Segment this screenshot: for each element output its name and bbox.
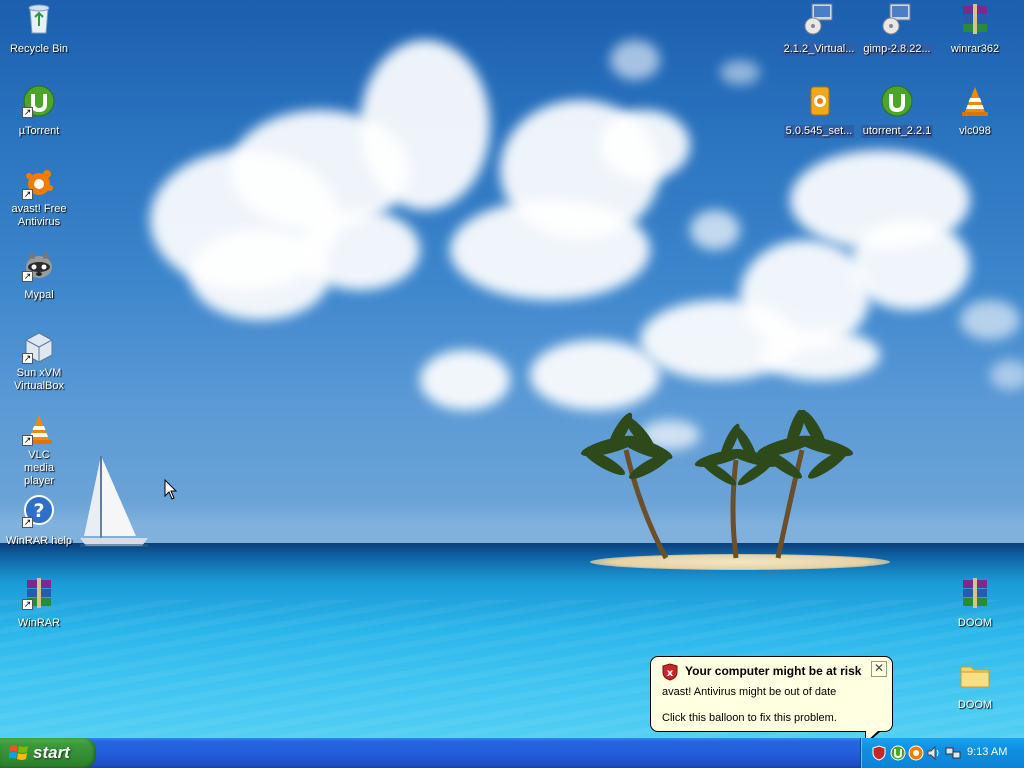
desktop-icon-label: utorrent_2.2.1 [860,125,934,138]
desktop-icon-utorrent-installer[interactable]: utorrent_2.2.1 [858,84,936,139]
winrar-books-icon [958,2,992,36]
svg-text:x: x [667,668,674,679]
desktop-icon-label: VLC media player [24,449,54,487]
desktop-icon-vlc098[interactable]: vlc098 [936,84,1014,139]
desktop-icon-label: µTorrent [18,125,60,137]
vlc-cone-icon [958,84,992,118]
desktop-icon-winrar[interactable]: ↗ WinRAR [0,576,78,631]
desktop-icon-label: DOOM [957,699,993,711]
desktop-icon-doom-folder[interactable]: DOOM [936,658,1014,713]
desktop-icon-vlc[interactable]: ↗ VLC media player [0,412,78,489]
sailboat-image [80,456,148,547]
start-button[interactable]: start [0,738,96,768]
winrar-books-icon: ↗ [22,576,56,610]
recycle-bin-icon [22,2,56,36]
desktop-icon-virtualbox-installer[interactable]: 2.1.2_Virtual... [780,2,858,57]
desktop-icon-mypal[interactable]: ↗ Mypal [0,248,78,303]
balloon-title: Your computer might be at risk [685,664,862,678]
desktop-icon-recycle-bin[interactable]: Recycle Bin [0,2,78,57]
palm-trees-image [580,410,854,560]
avast-setup-icon [802,84,836,118]
desktop-icon-utorrent[interactable]: ↗ µTorrent [0,84,78,139]
desktop-icon-label: WinRAR help [5,535,73,547]
volume-icon[interactable] [926,745,942,761]
utorrent-icon [880,84,914,118]
balloon-action-hint: Click this balloon to fix this problem. [662,712,837,724]
installer-icon [802,2,836,36]
winrar-books-icon [958,576,992,610]
mouse-cursor-icon [164,479,178,500]
desktop-icon-avast-setup[interactable]: 5.0.545_set... [780,84,858,139]
desktop-icon-virtualbox[interactable]: ↗ Sun xVM VirtualBox [0,330,78,394]
mypal-raccoon-icon: ↗ [22,248,56,282]
security-shield-icon[interactable] [871,745,887,761]
network-icon[interactable] [945,745,961,761]
desktop-icon-winrar362[interactable]: winrar362 [936,2,1014,57]
desktop-icon-label: 2.1.2_Virtual... [781,43,857,56]
avast-icon: ↗ [22,166,56,200]
desktop-icon-winrar-help[interactable]: ? ↗ WinRAR help [0,494,78,549]
system-tray: 9:13 AM [860,738,1024,768]
desktop-icon-label: 5.0.545_set... [783,125,855,138]
clock[interactable]: 9:13 AM [967,746,1007,758]
desktop-icon-avast[interactable]: ↗ avast! Free Antivirus [0,166,78,230]
desktop-icon-gimp-installer[interactable]: gimp-2.8.22... [858,2,936,57]
notification-balloon[interactable]: x Your computer might be at risk ✕ avast… [650,656,893,745]
desktop-icon-label: WinRAR [17,617,61,629]
desktop-icon-doom-archive[interactable]: DOOM [936,576,1014,631]
balloon-close-button[interactable]: ✕ [871,661,887,677]
balloon-message: avast! Antivirus might be out of date [662,686,837,698]
start-label: start [33,743,70,762]
svg-text:?: ? [33,500,44,522]
desktop-icon-label: DOOM [957,617,993,629]
desktop-icon-label: vlc098 [959,125,991,137]
utorrent-icon: ↗ [22,84,56,118]
vlc-cone-icon: ↗ [22,412,56,446]
folder-icon [958,658,992,692]
utorrent-icon[interactable] [890,745,906,761]
avast-icon[interactable] [908,745,924,761]
help-question-icon: ? ↗ [22,494,56,528]
virtualbox-icon: ↗ [22,330,56,364]
desktop-wallpaper: Recycle Bin ↗ µTorrent ↗ avast! Free Ant… [0,0,1024,738]
installer-icon [880,2,914,36]
desktop-icon-label: winrar362 [950,43,1000,55]
desktop-icon-label: avast! Free Antivirus [11,203,67,228]
desktop-icon-label: Recycle Bin [9,43,69,55]
warning-shield-icon: x [662,663,678,684]
desktop-icon-label: Mypal [24,289,54,301]
desktop-icon-label: Sun xVM VirtualBox [14,367,64,392]
windows-flag-icon [8,744,29,767]
desktop-icon-label: gimp-2.8.22... [861,43,933,56]
taskbar: start 9:13 AM [0,738,1024,768]
